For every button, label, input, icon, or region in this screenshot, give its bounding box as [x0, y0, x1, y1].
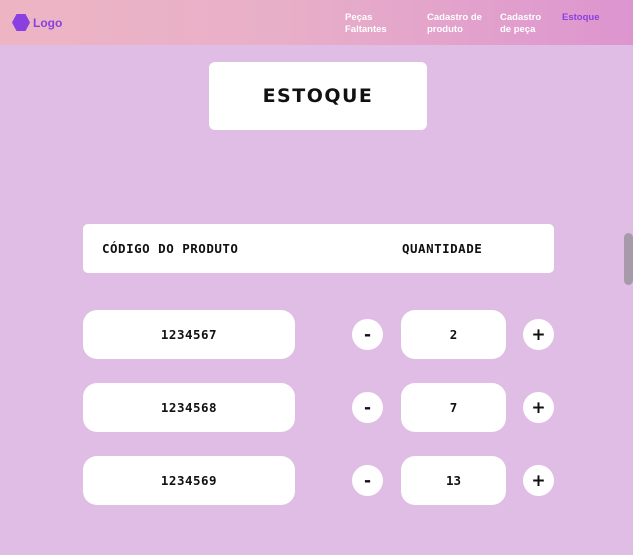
- column-header-quantity: QUANTIDADE: [402, 241, 483, 256]
- decrement-button[interactable]: -: [352, 392, 383, 423]
- nav-link-estoque[interactable]: Estoque: [562, 12, 599, 24]
- increment-button[interactable]: +: [523, 319, 554, 350]
- decrement-button[interactable]: -: [352, 319, 383, 350]
- quantity-value[interactable]: 7: [401, 383, 506, 432]
- nav-link-cadastro-produto[interactable]: Cadastro de produto: [427, 12, 482, 35]
- decrement-button[interactable]: -: [352, 465, 383, 496]
- table-header: CÓDIGO DO PRODUTO QUANTIDADE: [83, 224, 554, 273]
- table-row: 1234568 - 7 +: [0, 383, 633, 433]
- increment-button[interactable]: +: [523, 392, 554, 423]
- logo-label: Logo: [33, 15, 63, 30]
- nav-link-pecas-faltantes[interactable]: Peças Faltantes: [345, 12, 387, 35]
- navbar: Logo Peças Faltantes Cadastro de produto…: [0, 0, 633, 45]
- scrollbar-thumb[interactable]: [624, 233, 633, 285]
- product-code: 1234567: [83, 310, 295, 359]
- table-row: 1234569 - 13 +: [0, 456, 633, 506]
- quantity-value[interactable]: 2: [401, 310, 506, 359]
- hexagon-icon: [12, 14, 30, 31]
- column-header-code: CÓDIGO DO PRODUTO: [102, 241, 239, 256]
- product-code: 1234568: [83, 383, 295, 432]
- quantity-value[interactable]: 13: [401, 456, 506, 505]
- page-title-card: ESTOQUE: [209, 62, 427, 130]
- increment-button[interactable]: +: [523, 465, 554, 496]
- logo[interactable]: Logo: [12, 14, 62, 31]
- product-code: 1234569: [83, 456, 295, 505]
- page-title: ESTOQUE: [262, 85, 374, 107]
- nav-link-cadastro-peca[interactable]: Cadastro de peça: [500, 12, 541, 35]
- table-row: 1234567 - 2 +: [0, 310, 633, 360]
